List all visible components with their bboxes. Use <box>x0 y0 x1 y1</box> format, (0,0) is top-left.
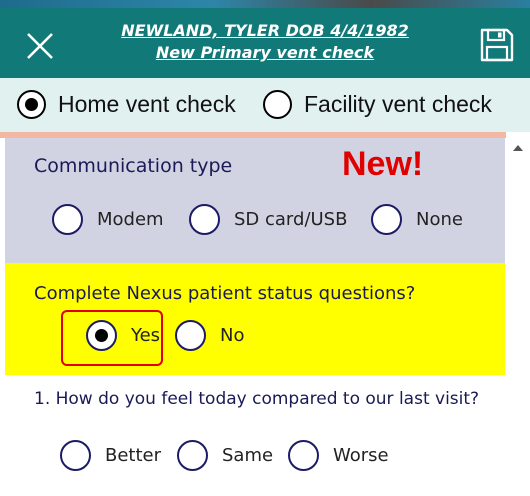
patient-name-dob: NEWLAND, TYLER DOB 4/4/1982 <box>121 21 409 40</box>
radio-label: Modem <box>97 209 164 230</box>
radio-label: Yes <box>131 325 161 346</box>
radio-unselected-icon <box>60 440 91 471</box>
radio-unselected-icon <box>52 204 83 235</box>
top-image-strip <box>0 0 530 8</box>
radio-label: Better <box>105 445 162 466</box>
home-vent-check-radio[interactable]: Home vent check <box>17 90 236 119</box>
radio-label: SD card/USB <box>234 209 348 230</box>
save-icon <box>480 28 514 62</box>
q1-option-worse[interactable]: Worse <box>288 440 389 471</box>
question-1-title: 1. How do you feel today compared to our… <box>34 389 480 409</box>
patient-header: NEWLAND, TYLER DOB 4/4/1982 New Primary … <box>110 20 420 64</box>
form-subtitle: New Primary vent check <box>155 43 375 62</box>
communication-type-title: Communication type <box>34 155 233 177</box>
comm-option-none[interactable]: None <box>371 204 463 235</box>
close-icon <box>27 33 53 59</box>
radio-label: Home vent check <box>58 91 236 117</box>
q1-option-same[interactable]: Same <box>177 440 273 471</box>
save-button[interactable] <box>478 26 516 64</box>
radio-label: Same <box>222 445 274 466</box>
radio-label: None <box>416 209 463 230</box>
caret-up-icon <box>513 145 523 151</box>
radio-unselected-icon <box>288 440 319 471</box>
comm-option-sd-card-usb[interactable]: SD card/USB <box>189 204 347 235</box>
facility-vent-check-radio[interactable]: Facility vent check <box>263 90 492 119</box>
nexus-option-yes[interactable]: Yes <box>86 320 160 351</box>
radio-unselected-icon <box>177 440 208 471</box>
radio-unselected-icon <box>263 90 292 119</box>
radio-label: Worse <box>333 445 389 466</box>
comm-option-modem[interactable]: Modem <box>52 204 164 235</box>
vent-check-type-bar: Home vent check Facility vent check <box>0 78 530 132</box>
nexus-question-title: Complete Nexus patient status questions? <box>34 283 416 304</box>
radio-unselected-icon <box>189 204 220 235</box>
radio-unselected-icon <box>371 204 402 235</box>
close-button[interactable] <box>22 28 58 64</box>
radio-label: No <box>220 325 245 346</box>
radio-selected-icon <box>86 320 117 351</box>
scrollbar[interactable] <box>506 132 530 496</box>
radio-unselected-icon <box>175 320 206 351</box>
q1-option-better[interactable]: Better <box>60 440 161 471</box>
nexus-option-no[interactable]: No <box>175 320 244 351</box>
new-badge: New! <box>342 145 424 183</box>
radio-selected-icon <box>17 90 46 119</box>
app-header: NEWLAND, TYLER DOB 4/4/1982 New Primary … <box>0 8 530 78</box>
radio-label: Facility vent check <box>304 91 492 117</box>
scroll-up-button[interactable] <box>506 138 530 158</box>
